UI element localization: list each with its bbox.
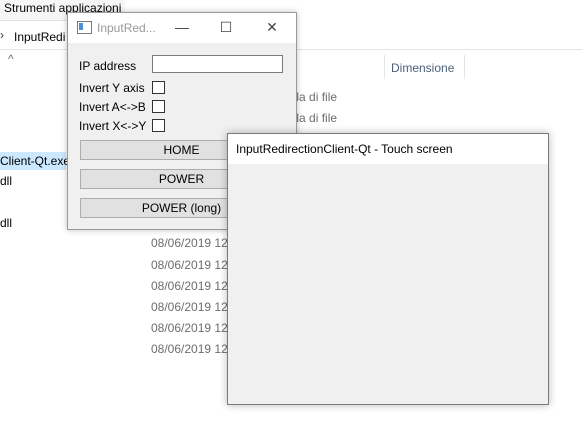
title-bar[interactable]: InputRed... — ☐ ✕	[68, 13, 296, 43]
chevron-right-icon[interactable]: ›	[0, 28, 4, 42]
invert-ab-checkbox[interactable]	[152, 100, 165, 113]
window-title: InputRedirectionClient-Qt - Touch screen	[236, 142, 453, 156]
invert-xy-label: Invert X<->Y	[79, 119, 147, 133]
app-icon	[77, 21, 92, 34]
touch-screen-window: InputRedirectionClient-Qt - Touch screen	[227, 133, 549, 405]
invert-y-checkbox[interactable]	[152, 81, 165, 94]
date-cell: 08/06/2019 12:	[151, 236, 232, 250]
file-item[interactable]: dll	[0, 174, 12, 188]
date-cell: 08/06/2019 12:	[151, 258, 232, 272]
invert-y-label: Invert Y axis	[79, 81, 145, 95]
file-item-selected[interactable]: Client-Qt.exe	[0, 152, 70, 170]
chevron-up-icon[interactable]: ^	[8, 52, 14, 66]
minimize-icon[interactable]: —	[172, 18, 192, 36]
ip-address-label: IP address	[79, 59, 137, 73]
date-cell: 08/06/2019 12:	[151, 279, 232, 293]
column-separator[interactable]	[384, 55, 385, 79]
date-cell: 08/06/2019 12:	[151, 321, 232, 335]
touch-area[interactable]	[228, 164, 548, 404]
title-bar[interactable]: InputRedirectionClient-Qt - Touch screen	[228, 134, 548, 164]
ip-address-input[interactable]	[152, 55, 283, 73]
address-path[interactable]: InputRedi	[14, 30, 65, 44]
invert-xy-checkbox[interactable]	[152, 119, 165, 132]
file-item[interactable]: dll	[0, 216, 12, 230]
column-header-size[interactable]: Dimensione	[391, 61, 454, 75]
column-separator[interactable]	[464, 55, 465, 79]
date-cell: 08/06/2019 12:	[151, 300, 232, 314]
window-title: InputRed...	[97, 21, 156, 35]
close-icon[interactable]: ✕	[262, 18, 282, 36]
maximize-icon[interactable]: ☐	[216, 18, 236, 36]
invert-ab-label: Invert A<->B	[79, 100, 146, 114]
date-cell: 08/06/2019 12:	[151, 342, 232, 356]
